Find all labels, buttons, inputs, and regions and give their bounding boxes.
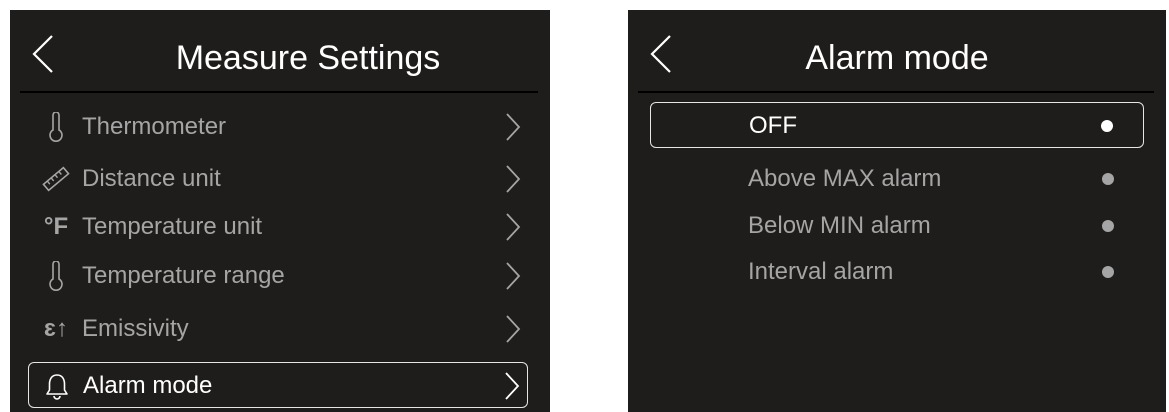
option-interval-alarm[interactable]: Interval alarm [650, 249, 1144, 295]
page-title: Alarm mode [805, 39, 989, 77]
option-label: OFF [749, 112, 797, 139]
option-off[interactable]: OFF [650, 102, 1144, 148]
menu-item-label: Temperature range [82, 262, 285, 289]
menu-item-distance-unit[interactable]: Distance unit [28, 156, 528, 202]
radio-dot-icon [1102, 173, 1114, 185]
fahrenheit-icon: °F [38, 210, 74, 244]
thermometer-icon [38, 259, 74, 293]
emissivity-glyph: ɛ↑ [44, 315, 68, 342]
chevron-right-icon [504, 164, 522, 194]
chevron-right-icon [504, 261, 522, 291]
ruler-icon [38, 162, 74, 196]
divider [638, 91, 1154, 93]
header: Measure Settings [10, 10, 550, 92]
radio-dot-icon [1102, 220, 1114, 232]
header: Alarm mode [628, 10, 1166, 92]
page-title: Measure Settings [175, 39, 441, 77]
menu-item-label: Thermometer [82, 113, 227, 140]
chevron-right-icon [503, 371, 521, 401]
thermometer-icon [38, 110, 74, 144]
option-label: Above MAX alarm [748, 165, 942, 192]
option-label: Below MIN alarm [748, 212, 931, 239]
menu-item-label: Emissivity [82, 315, 189, 342]
menu-item-emissivity[interactable]: ɛ↑ Emissivity [28, 306, 528, 352]
menu-item-label: Alarm mode [83, 372, 213, 399]
fahrenheit-glyph: °F [43, 213, 69, 240]
chevron-right-icon [504, 212, 522, 242]
alarm-mode-screen: Alarm mode OFF Above MAX alarm Below MIN… [628, 10, 1166, 412]
divider [20, 91, 538, 93]
option-below-min-alarm[interactable]: Below MIN alarm [650, 203, 1144, 249]
chevron-right-icon [504, 314, 522, 344]
menu-item-label: Distance unit [82, 165, 221, 192]
measure-settings-screen: Measure Settings Thermometer Distance un… [10, 10, 550, 412]
emissivity-icon: ɛ↑ [38, 312, 74, 346]
menu-item-label: Temperature unit [82, 213, 263, 240]
radio-dot-icon [1102, 266, 1114, 278]
option-label: Interval alarm [748, 258, 894, 285]
bell-icon [39, 369, 75, 403]
radio-dot-icon [1101, 120, 1113, 132]
menu-item-alarm-mode[interactable]: Alarm mode [28, 362, 528, 408]
menu-item-temperature-unit[interactable]: °F Temperature unit [28, 204, 528, 250]
chevron-right-icon [504, 112, 522, 142]
option-above-max-alarm[interactable]: Above MAX alarm [650, 156, 1144, 202]
menu-item-temperature-range[interactable]: Temperature range [28, 253, 528, 299]
menu-item-thermometer[interactable]: Thermometer [28, 104, 528, 150]
